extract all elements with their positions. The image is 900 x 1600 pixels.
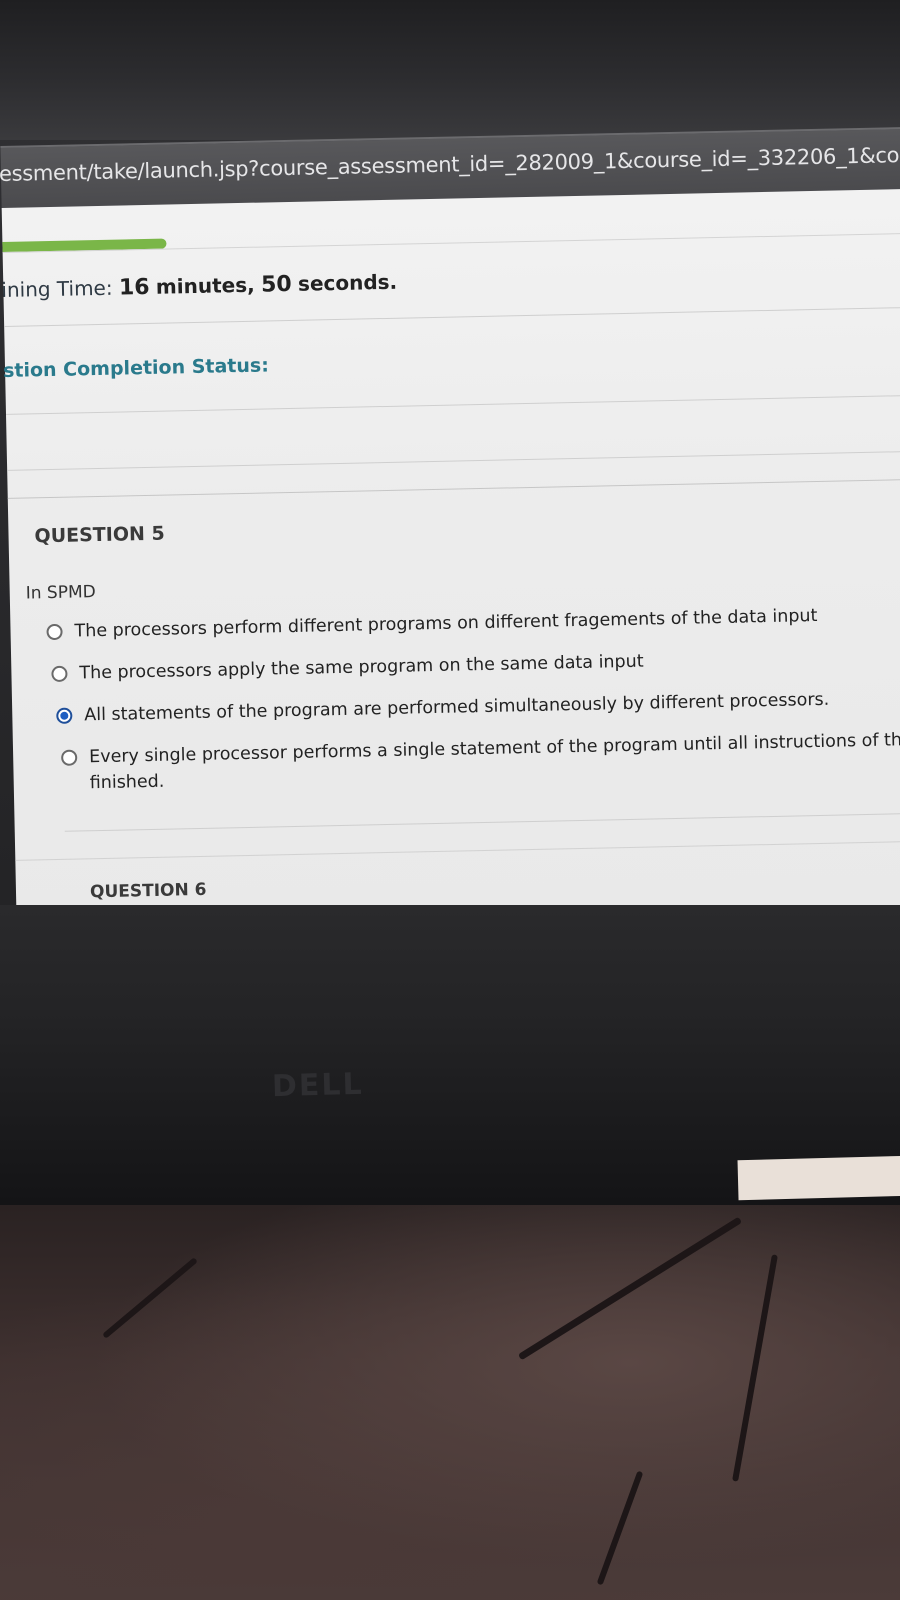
divider	[4, 306, 900, 327]
bezel-sticker	[737, 1155, 900, 1201]
timer-minutes-unit: minutes,	[155, 272, 255, 299]
answer-option-1[interactable]: The processors perform different program…	[46, 606, 818, 645]
question-6-header: QUESTION 6	[89, 879, 207, 903]
answer-option-4-label[interactable]: Every single processor performs a single…	[89, 726, 900, 796]
timer-seconds: 50	[260, 271, 292, 298]
remaining-time: ining Time: 16 minutes, 50 seconds.	[1, 270, 397, 303]
divider	[7, 450, 900, 471]
divider	[64, 812, 900, 832]
background-fabric	[0, 1205, 900, 1600]
answer-option-2[interactable]: The processors apply the same program on…	[51, 652, 644, 687]
fabric-fold	[596, 1470, 644, 1586]
answer-option-2-label[interactable]: The processors apply the same program on…	[79, 649, 644, 687]
radio-button-selected[interactable]	[56, 707, 73, 724]
assessment-page: ining Time: 16 minutes, 50 seconds. stio…	[1, 188, 900, 928]
radio-button[interactable]	[46, 623, 63, 641]
fabric-fold	[102, 1257, 198, 1339]
fabric-fold	[732, 1254, 778, 1482]
address-url[interactable]: essment/take/launch.jsp?course_assessmen…	[0, 142, 900, 186]
browser-screen: essment/take/launch.jsp?course_assessmen…	[0, 109, 900, 928]
photo-scene: essment/take/launch.jsp?course_assessmen…	[0, 0, 900, 1600]
question-5-header: QUESTION 5	[34, 522, 165, 548]
divider	[15, 840, 900, 861]
answer-option-1-label[interactable]: The processors perform different program…	[74, 603, 817, 645]
radio-button[interactable]	[61, 749, 78, 766]
timer-seconds-unit: seconds.	[297, 269, 398, 296]
divider	[7, 478, 900, 499]
answer-option-3[interactable]: All statements of the program are perfor…	[56, 690, 829, 729]
question-5-prompt: In SPMD	[25, 582, 96, 604]
radio-button[interactable]	[51, 665, 68, 683]
fabric-fold	[517, 1216, 743, 1361]
answer-option-3-label[interactable]: All statements of the program are perfor…	[84, 687, 829, 729]
dell-logo: DELL	[271, 1066, 365, 1105]
completion-status-label[interactable]: stion Completion Status:	[3, 354, 269, 382]
timer-label: ining Time:	[1, 275, 113, 303]
answer-option-4[interactable]: Every single processor performs a single…	[61, 729, 900, 797]
divider	[5, 394, 900, 415]
timer-minutes: 16	[118, 274, 150, 301]
